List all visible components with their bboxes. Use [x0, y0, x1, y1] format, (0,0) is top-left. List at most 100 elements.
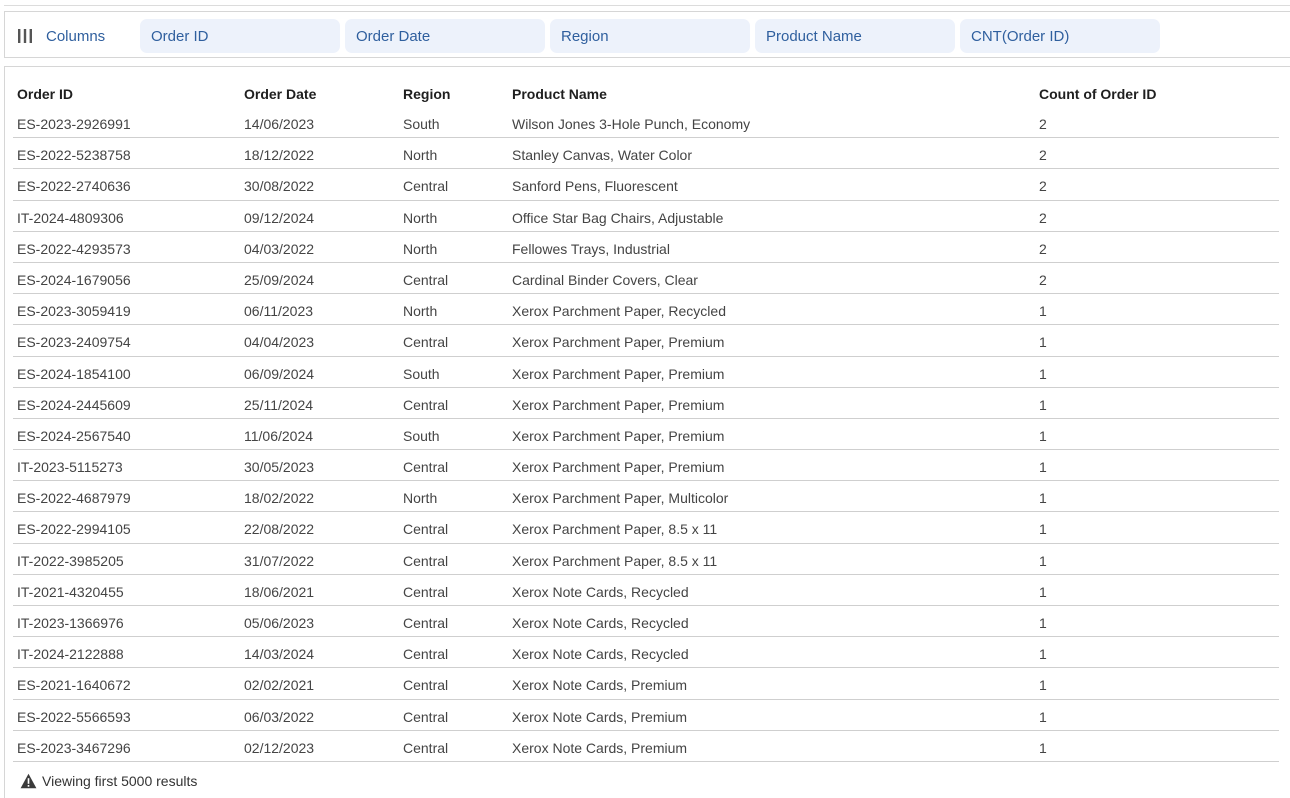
columns-label: Columns: [46, 27, 106, 45]
table-row[interactable]: ES-2023-2926991 14/06/2023 South Wilson Jon…: [13, 107, 1279, 139]
cell-region: Central: [403, 708, 449, 725]
table-row[interactable]: ES-2023-3467296 02/12/2023 Central Xerox No…: [13, 731, 1279, 762]
table-row[interactable]: IT-2023-5115273 30/05/2023 Central Xerox Pa…: [13, 450, 1279, 482]
column-toolbar: Columns Order ID Order Date Region Produ…: [4, 11, 1290, 58]
cell-order-id: IT-2023-5115273: [17, 459, 123, 476]
column-header-count-order-id[interactable]: Count of Order ID: [1039, 86, 1156, 102]
cell-order-date: 18/02/2022: [244, 490, 315, 507]
table-row[interactable]: ES-2022-5566593 06/03/2022 Central Xerox No…: [13, 700, 1279, 731]
cell-order-id: IT-2021-4320455: [17, 583, 124, 600]
cell-product-name: Stanley Canvas, Water Color: [512, 147, 692, 164]
cell-region: South: [403, 116, 440, 132]
cell-product-name: Wilson Jones 3-Hole Punch, Economy: [512, 116, 751, 132]
column-chip-region[interactable]: Region: [550, 19, 750, 53]
cell-order-date: 30/05/2023: [244, 459, 315, 476]
table-row[interactable]: ES-2022-2740636 30/08/2022 Central Sanford …: [13, 169, 1279, 201]
cell-product-name: Xerox Parchment Paper, Premium: [512, 459, 725, 476]
cell-order-date: 06/03/2022: [244, 708, 315, 725]
cell-region: North: [403, 147, 438, 164]
cell-product-name: Xerox Parchment Paper, 8.5 x 11: [512, 521, 718, 538]
cell-order-id: ES-2022-5238758: [17, 147, 131, 164]
table-row[interactable]: ES-2022-4687979 18/02/2022 North Xerox Parc…: [13, 481, 1279, 513]
cell-region: Central: [403, 583, 449, 600]
cell-order-id: ES-2022-4687979: [17, 490, 131, 507]
cell-order-date: 25/11/2024: [244, 396, 314, 413]
cell-count: 2: [1039, 178, 1047, 195]
table-row[interactable]: ES-2024-2567540 11/06/2024 South Xerox Parc…: [13, 419, 1279, 451]
cell-product-name: Cardinal Binder Covers, Clear: [512, 271, 698, 288]
cell-count: 2: [1039, 209, 1047, 226]
table-row[interactable]: ES-2021-1640672 02/02/2021 Central Xerox No…: [13, 668, 1279, 700]
cell-order-date: 31/07/2022: [244, 552, 315, 569]
cell-order-id: ES-2023-3059419: [17, 303, 131, 320]
cell-region: Central: [403, 178, 449, 195]
column-chip-product-name[interactable]: Product Name: [755, 19, 955, 53]
column-header-product-name[interactable]: Product Name: [512, 86, 607, 102]
column-chip-count-order-id[interactable]: CNT(Order ID): [960, 19, 1160, 53]
cell-order-id: ES-2021-1640672: [17, 677, 131, 694]
cell-count: 1: [1039, 490, 1047, 507]
cell-order-id: ES-2022-2740636: [17, 178, 131, 195]
cell-count: 2: [1039, 240, 1047, 257]
table-row[interactable]: ES-2024-1854100 06/09/2024 South Xerox Parc…: [13, 357, 1279, 388]
column-header-order-id[interactable]: Order ID: [17, 86, 73, 102]
table-row[interactable]: IT-2022-3985205 31/07/2022 Central Xerox Pa…: [13, 544, 1279, 575]
cell-order-date: 02/12/2023: [244, 739, 315, 756]
cell-product-name: Xerox Note Cards, Premium: [512, 677, 688, 694]
cell-count: 1: [1039, 552, 1047, 569]
cell-order-date: 18/12/2022: [244, 147, 315, 164]
cell-count: 1: [1039, 583, 1047, 600]
cell-order-id: IT-2024-2122888: [17, 646, 124, 663]
cell-order-id: ES-2023-3467296: [17, 739, 131, 756]
cell-region: Central: [403, 739, 449, 756]
cell-order-id: ES-2023-2409754: [17, 334, 131, 351]
cell-order-id: ES-2024-2567540: [17, 427, 131, 444]
cell-order-date: 05/06/2023: [244, 615, 315, 631]
cell-region: North: [403, 209, 438, 226]
cell-count: 1: [1039, 677, 1047, 694]
cell-order-date: 14/06/2023: [244, 116, 315, 132]
table-row[interactable]: ES-2022-5238758 18/12/2022 North Stanley Ca…: [13, 138, 1279, 170]
cell-product-name: Xerox Parchment Paper, Premium: [512, 365, 725, 382]
results-limit-notice: Viewing first 5000 results: [42, 773, 198, 789]
cell-order-date: 06/11/2023: [244, 303, 314, 320]
cell-count: 1: [1039, 303, 1047, 320]
table-row[interactable]: ES-2022-2994105 22/08/2022 Central Xerox Pa…: [13, 512, 1279, 544]
table-row[interactable]: ES-2024-2445609 25/11/2024 Central Xerox Pa…: [13, 388, 1279, 419]
cell-order-id: ES-2022-5566593: [17, 708, 131, 725]
cell-region: Central: [403, 334, 449, 351]
cell-product-name: Xerox Parchment Paper, Premium: [512, 334, 725, 351]
cell-count: 2: [1039, 147, 1047, 164]
table-row[interactable]: ES-2023-2409754 04/04/2023 Central Xerox Pa…: [13, 325, 1279, 357]
column-header-region[interactable]: Region: [403, 86, 450, 102]
cell-order-date: 04/04/2023: [244, 334, 315, 351]
cell-order-id: ES-2024-1679056: [17, 271, 131, 288]
cell-region: Central: [403, 677, 449, 694]
cell-product-name: Fellowes Trays, Industrial: [512, 240, 670, 257]
column-chip-order-date[interactable]: Order Date: [345, 19, 545, 53]
table-header-row: Order ID Order Date Region Product Name …: [13, 82, 1279, 107]
cell-order-date: 22/08/2022: [244, 521, 315, 538]
table-row[interactable]: ES-2022-4293573 04/03/2022 North Fellowes T…: [13, 232, 1279, 263]
cell-region: South: [403, 427, 440, 444]
column-chip-order-id[interactable]: Order ID: [140, 19, 340, 53]
cell-region: North: [403, 240, 438, 257]
cell-order-date: 14/03/2024: [244, 646, 315, 663]
table-row[interactable]: IT-2024-2122888 14/03/2024 Central Xerox No…: [13, 637, 1279, 669]
cell-count: 1: [1039, 646, 1047, 663]
cell-region: South: [403, 365, 440, 382]
cell-count: 1: [1039, 459, 1047, 476]
cell-region: Central: [403, 521, 449, 538]
cell-order-id: ES-2022-4293573: [17, 240, 131, 257]
table-row[interactable]: IT-2021-4320455 18/06/2021 Central Xerox No…: [13, 575, 1279, 606]
cell-product-name: Xerox Parchment Paper, Premium: [512, 396, 725, 413]
top-divider: [4, 5, 1290, 6]
column-header-order-date[interactable]: Order Date: [244, 86, 316, 102]
cell-region: Central: [403, 459, 449, 476]
columns-button[interactable]: Columns: [17, 25, 105, 47]
table-row[interactable]: IT-2024-4809306 09/12/2024 North Office Sta…: [13, 201, 1279, 232]
cell-region: Central: [403, 396, 449, 413]
table-row[interactable]: IT-2023-1366976 05/06/2023 Central Xerox No…: [13, 606, 1279, 638]
table-row[interactable]: ES-2023-3059419 06/11/2023 North Xerox Parc…: [13, 294, 1279, 326]
table-row[interactable]: ES-2024-1679056 25/09/2024 Central Cardinal…: [13, 263, 1279, 295]
